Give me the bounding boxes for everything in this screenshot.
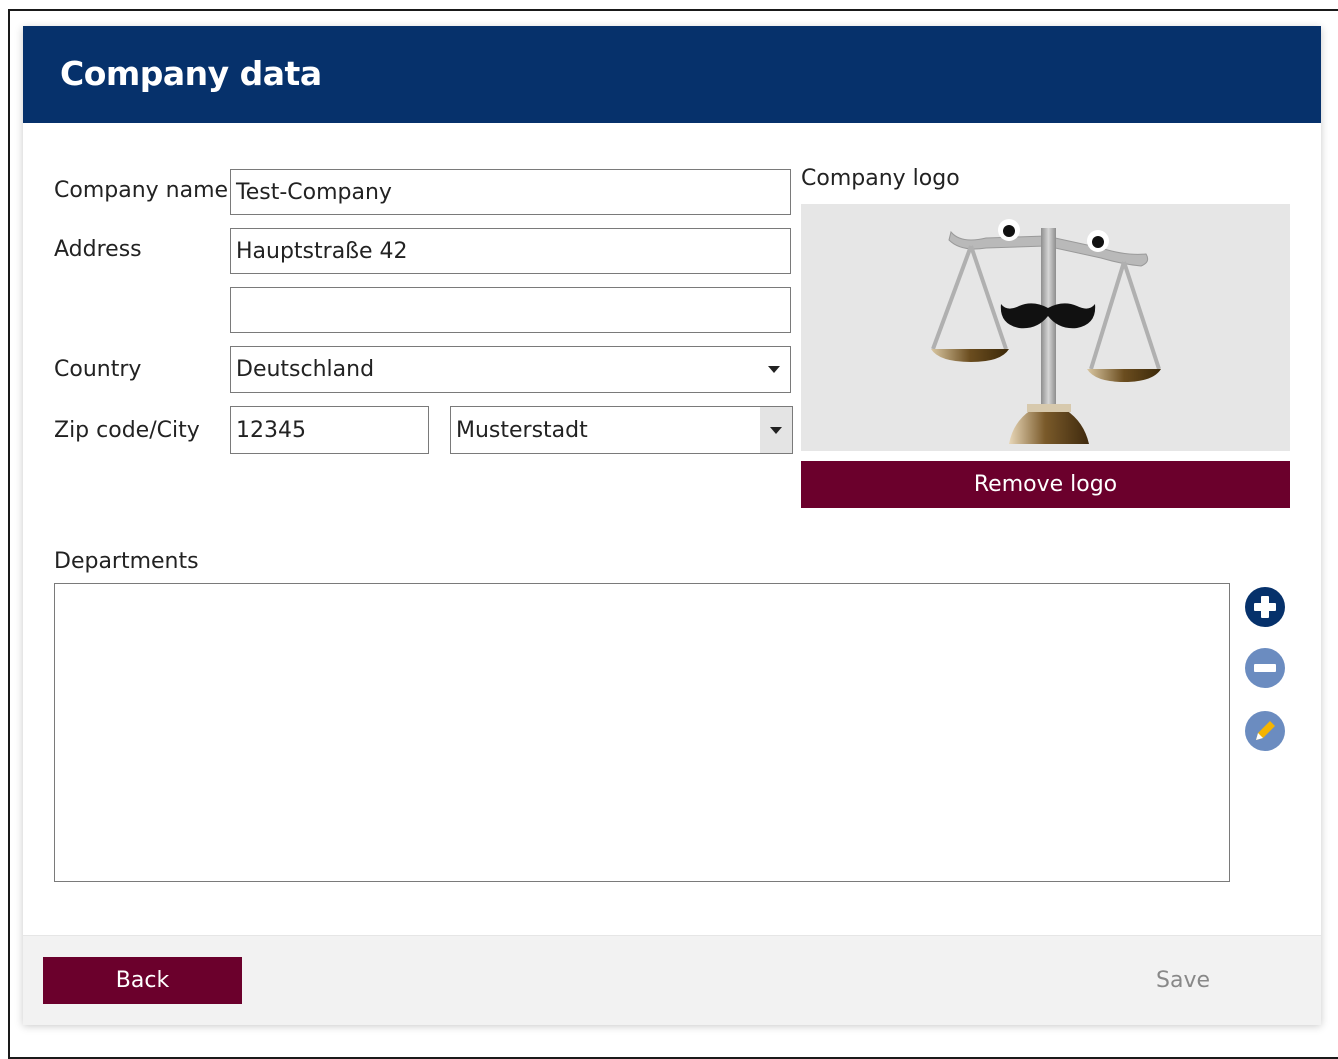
zip-code-value: 12345 [236,417,306,443]
company-data-dialog: Company data Company name Test-Company A… [23,26,1321,1025]
company-name-label: Company name [54,178,229,203]
zip-code-input[interactable]: 12345 [230,406,429,454]
scales-mascot-icon [931,219,1161,444]
add-icon[interactable] [1244,586,1286,628]
remove-icon[interactable] [1244,647,1286,689]
company-name-input[interactable]: Test-Company [230,169,791,215]
departments-list[interactable] [54,583,1230,882]
dialog-header: Company data [23,26,1321,123]
dialog-footer: Back Save [23,935,1321,1025]
country-value: Deutschland [236,357,375,382]
address-line1-input[interactable]: Hauptstraße 42 [230,228,791,274]
country-select[interactable]: Deutschland [230,346,791,393]
zip-city-label: Zip code/City [54,418,200,443]
departments-label: Departments [54,549,199,574]
save-button[interactable]: Save [1156,968,1210,993]
chevron-down-icon [770,426,782,434]
city-value: Musterstadt [456,417,588,443]
back-button[interactable]: Back [43,957,242,1004]
address-label: Address [54,237,142,262]
country-dropdown-arrow[interactable] [758,347,790,392]
company-logo-image [801,204,1290,451]
page-title: Company data [60,54,322,93]
company-logo-label: Company logo [801,166,960,191]
chevron-down-icon [768,366,780,373]
address-line1-value: Hauptstraße 42 [236,238,408,264]
city-select[interactable]: Musterstadt [450,406,793,454]
address-line2-input[interactable] [230,287,791,333]
country-label: Country [54,357,142,382]
company-name-value: Test-Company [236,179,392,205]
remove-logo-button[interactable]: Remove logo [801,461,1290,508]
edit-icon[interactable] [1244,710,1286,752]
city-dropdown-arrow[interactable] [760,407,792,453]
